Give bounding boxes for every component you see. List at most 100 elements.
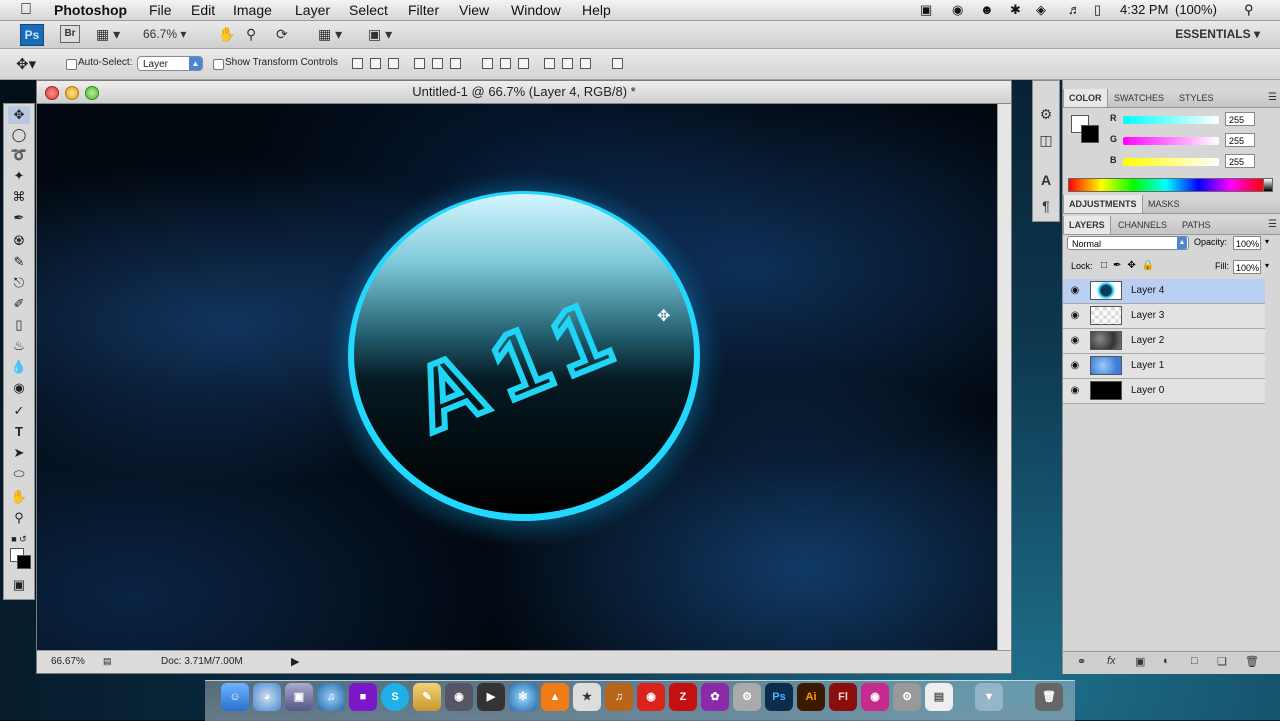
menu-app-photoshop[interactable]: Photoshop bbox=[54, 0, 127, 20]
layer-row[interactable]: ◉ Layer 3 bbox=[1063, 304, 1265, 329]
layer-row[interactable]: ◉ Layer 2 bbox=[1063, 329, 1265, 354]
tab-adjustments[interactable]: ADJUSTMENTS bbox=[1063, 195, 1143, 213]
spotlight-icon[interactable]: ⚲ bbox=[1244, 0, 1254, 20]
blur-tool-icon[interactable]: 💧 bbox=[8, 358, 30, 376]
b-value-field[interactable]: 255 bbox=[1225, 154, 1255, 168]
align-right-icon[interactable] bbox=[450, 58, 461, 69]
color-background-swatch[interactable] bbox=[1081, 125, 1099, 143]
menu-view[interactable]: View bbox=[459, 0, 489, 20]
b-slider[interactable] bbox=[1123, 158, 1219, 166]
zoom-tool-icon[interactable]: ⚲ bbox=[246, 24, 256, 44]
move-tool-preset-icon[interactable]: ✥▾ bbox=[16, 55, 36, 73]
distribute-left-icon[interactable] bbox=[544, 58, 555, 69]
menu-help[interactable]: Help bbox=[582, 0, 611, 20]
eyedropper-tool-icon[interactable]: ✒ bbox=[8, 209, 30, 227]
distribute-bottom-icon[interactable] bbox=[518, 58, 529, 69]
messenger-icon[interactable]: ☻ bbox=[980, 0, 994, 20]
auto-select-checkbox[interactable] bbox=[66, 59, 77, 70]
healing-brush-tool-icon[interactable]: ♼ bbox=[8, 232, 30, 250]
menu-file[interactable]: File bbox=[149, 0, 172, 20]
history-brush-tool-icon[interactable]: ✐ bbox=[8, 295, 30, 313]
menu-image[interactable]: Image bbox=[233, 0, 272, 20]
distribute-right-icon[interactable] bbox=[580, 58, 591, 69]
wifi-icon[interactable]: ◈ bbox=[1036, 0, 1046, 20]
tab-channels[interactable]: CHANNELS bbox=[1113, 216, 1172, 234]
show-transform-checkbox[interactable] bbox=[213, 59, 224, 70]
downloads-stack-icon[interactable]: ▼ bbox=[975, 683, 1003, 711]
hand-tool-icon[interactable]: ✋ bbox=[218, 24, 235, 44]
layers-panel-menu-icon[interactable]: ☰ bbox=[1268, 216, 1277, 234]
garageband-icon[interactable]: ♫ bbox=[605, 683, 633, 711]
visibility-eye-icon[interactable]: ◉ bbox=[1069, 335, 1081, 347]
crop-tool-icon[interactable]: ⌘ bbox=[8, 188, 30, 206]
panel-menu-icon[interactable]: ☰ bbox=[1268, 89, 1277, 107]
lock-options-icons[interactable]: □✒✥🔒 bbox=[1101, 260, 1160, 271]
clock[interactable]: 4:32 PM bbox=[1120, 0, 1168, 20]
fill-field[interactable]: 100% bbox=[1233, 260, 1261, 274]
vlc-icon[interactable]: ▲ bbox=[541, 683, 569, 711]
dock-photoshop-icon[interactable]: Ps bbox=[765, 683, 793, 711]
zoom-level-dropdown[interactable]: 66.7% ▾ bbox=[143, 24, 186, 44]
character-panel-icon[interactable]: A bbox=[1036, 171, 1056, 189]
new-group-icon[interactable]: □ bbox=[1191, 655, 1198, 667]
status-menu-arrow-icon[interactable]: ▶ bbox=[291, 655, 299, 668]
g-value-field[interactable]: 255 bbox=[1225, 133, 1255, 147]
distribute-top-icon[interactable] bbox=[482, 58, 493, 69]
lasso-tool-icon[interactable]: ➰ bbox=[8, 146, 30, 164]
align-bottom-icon[interactable] bbox=[388, 58, 399, 69]
black-white-ramp[interactable] bbox=[1263, 178, 1273, 192]
zoom-tool-panel-icon[interactable]: ⚲ bbox=[8, 509, 30, 527]
status-zoom[interactable]: 66.67% bbox=[51, 656, 85, 667]
color-spectrum-ramp[interactable] bbox=[1068, 178, 1264, 192]
move-tool-icon[interactable]: ✥ bbox=[8, 106, 30, 124]
app-pink-icon[interactable]: ◉ bbox=[861, 683, 889, 711]
align-hcenter-icon[interactable] bbox=[432, 58, 443, 69]
marquee-tool-icon[interactable]: ◯ bbox=[8, 126, 30, 144]
dodge-tool-icon[interactable]: ◉ bbox=[8, 379, 30, 397]
pen-tool-icon[interactable]: ✓ bbox=[8, 402, 30, 420]
camera-icon[interactable]: ▣ bbox=[920, 0, 932, 20]
bluetooth-icon[interactable]: ✱ bbox=[1010, 0, 1021, 20]
auto-align-icon[interactable] bbox=[612, 58, 623, 69]
visibility-eye-icon[interactable]: ◉ bbox=[1069, 360, 1081, 372]
safari-icon[interactable]: ✻ bbox=[509, 683, 537, 711]
clone-stamp-tool-icon[interactable]: ⎋ bbox=[8, 274, 30, 292]
menu-filter[interactable]: Filter bbox=[408, 0, 439, 20]
arrange-documents-icon[interactable]: ▦ ▾ bbox=[318, 24, 342, 44]
tab-color[interactable]: COLOR bbox=[1063, 89, 1108, 107]
distribute-vcenter-icon[interactable] bbox=[500, 58, 511, 69]
dock-illustrator-icon[interactable]: Ai bbox=[797, 683, 825, 711]
battery-icon[interactable]: ▯ bbox=[1094, 0, 1101, 20]
audio-app-icon[interactable]: ◉ bbox=[637, 683, 665, 711]
documents-stack-icon[interactable]: ▤ bbox=[925, 683, 953, 711]
quick-mask-icon[interactable]: ▣ bbox=[8, 576, 30, 594]
hand-tool-panel-icon[interactable]: ✋ bbox=[8, 488, 30, 506]
visibility-eye-icon[interactable]: ◉ bbox=[1069, 310, 1081, 322]
eraser-tool-icon[interactable]: ▯ bbox=[8, 316, 30, 334]
screen-mode-icon[interactable]: ▣ ▾ bbox=[368, 24, 392, 44]
layer-row[interactable]: ◉ Layer 0 bbox=[1063, 379, 1265, 404]
path-selection-tool-icon[interactable]: ➤ bbox=[8, 444, 30, 462]
align-top-icon[interactable] bbox=[352, 58, 363, 69]
tab-layers[interactable]: LAYERS bbox=[1063, 216, 1111, 234]
document-title-bar[interactable]: Untitled-1 @ 66.7% (Layer 4, RGB/8) * bbox=[37, 81, 1011, 104]
quick-selection-tool-icon[interactable]: ✦ bbox=[8, 167, 30, 185]
finder-icon[interactable]: ☺ bbox=[221, 683, 249, 711]
menu-select[interactable]: Select bbox=[349, 0, 388, 20]
workspace-switcher[interactable]: ESSENTIALS ▾ bbox=[1175, 21, 1260, 47]
g-slider[interactable] bbox=[1123, 137, 1219, 145]
apple-menu-icon[interactable]:  bbox=[20, 0, 32, 20]
app-purple-icon[interactable]: ■ bbox=[349, 683, 377, 711]
visibility-eye-icon[interactable]: ◉ bbox=[1069, 285, 1081, 297]
background-color-swatch[interactable] bbox=[17, 555, 31, 569]
system-prefs-icon[interactable]: ⚙ bbox=[893, 683, 921, 711]
dashboard-icon[interactable]: ◕ bbox=[253, 683, 281, 711]
filezilla-icon[interactable]: Z bbox=[669, 683, 697, 711]
auto-select-dropdown[interactable]: Layer ▲ bbox=[137, 56, 203, 71]
align-left-icon[interactable] bbox=[414, 58, 425, 69]
new-layer-icon[interactable]: ❏ bbox=[1217, 655, 1227, 668]
itunes-icon[interactable]: ♫ bbox=[317, 683, 345, 711]
actions-panel-icon[interactable]: ◫ bbox=[1036, 131, 1056, 149]
align-vcenter-icon[interactable] bbox=[370, 58, 381, 69]
fill-slider-icon[interactable]: ▾ bbox=[1265, 261, 1269, 270]
